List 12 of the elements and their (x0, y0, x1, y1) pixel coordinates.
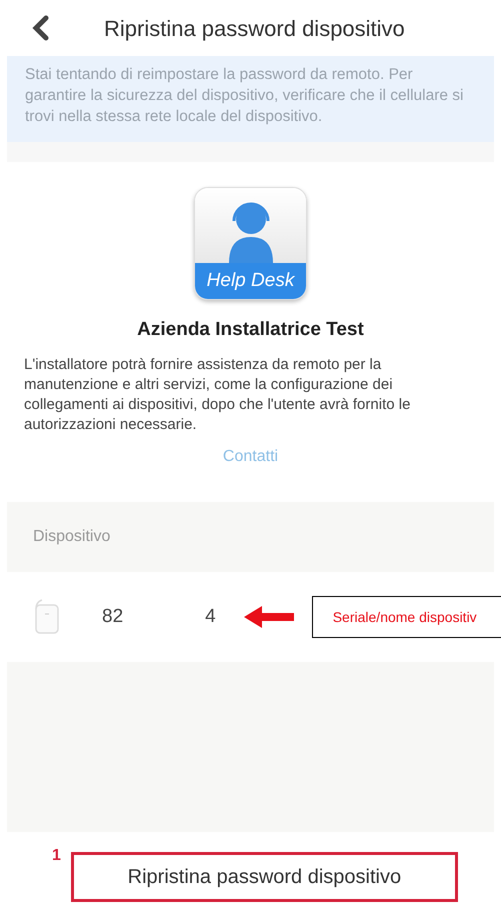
reset-password-button[interactable]: Ripristina password dispositivo (70, 852, 458, 902)
annotation-callout: Seriale/nome dispositiv (312, 596, 501, 638)
step-marker: 1 (52, 846, 61, 866)
section-label: Dispositivo (33, 527, 110, 547)
notice-banner: Stai tentando di reimpostare la password da remoto. Per garantire la sicurezza del dispositivo, verificare che il cellulare si trovi nella stessa rete locale del dispositivo. (7, 56, 494, 142)
page-title: Ripristina password dispositivo (104, 14, 405, 43)
installer-name: Azienda Installatrice Test (137, 318, 364, 342)
device-serial: 82 (102, 604, 124, 629)
logo-caption: Help Desk (195, 263, 306, 299)
installer-description: L'installatore potrà fornire assistenza da remoto per la manutenzione e altri servizi, come la configurazione dei collegamenti ai dispositivi, dopo che l'utente avrà fornito le autorizzazioni necessarie. (23, 354, 412, 434)
device-serial: 4 (205, 604, 216, 629)
arrow-left-icon (244, 604, 296, 630)
